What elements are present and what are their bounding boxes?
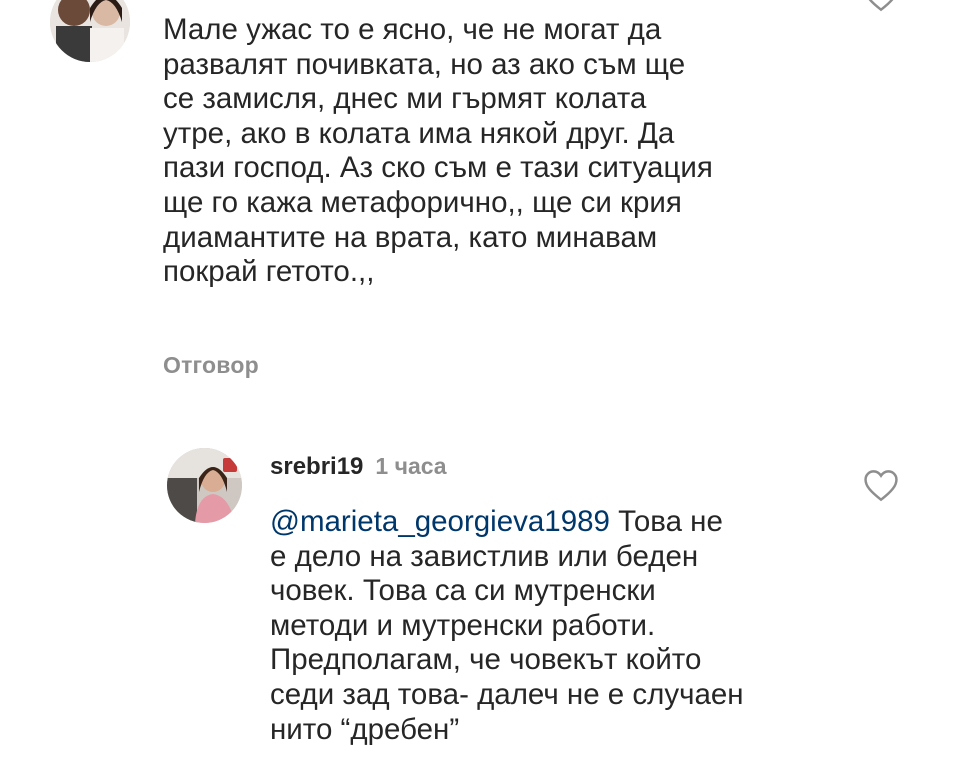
comment-meta: srebri19 1 часа <box>270 453 447 481</box>
comment-text-rest: е дело на завистлив или беден човек. Тов… <box>270 539 744 746</box>
user-avatar-icon <box>167 448 242 523</box>
mention-link[interactable]: @marieta_georgieva1989 <box>270 505 610 538</box>
timestamp: 1 часа <box>375 453 447 479</box>
user-avatar-icon <box>50 0 130 62</box>
reply-button[interactable]: Отговор <box>163 352 259 379</box>
username[interactable]: srebri19 <box>270 453 363 480</box>
avatar[interactable] <box>50 0 130 62</box>
comment-text: @marieta_georgieva1989 Това не е дело на… <box>270 505 870 747</box>
comment-text-first-line: Това не <box>609 505 723 538</box>
comment-text: Мале ужас то е ясно, че не могат да разв… <box>163 13 713 289</box>
like-heart-icon[interactable] <box>862 468 900 507</box>
avatar[interactable] <box>167 448 242 523</box>
like-heart-icon[interactable] <box>862 0 900 17</box>
